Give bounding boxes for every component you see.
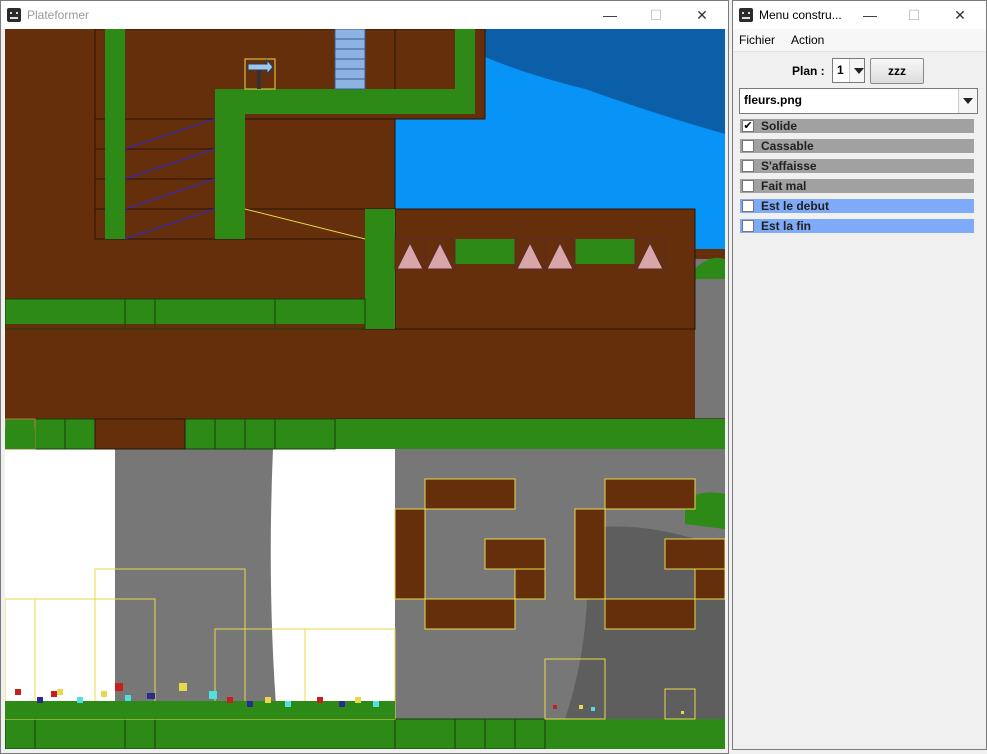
option-est-la-fin[interactable]: Est la fin	[740, 219, 974, 233]
checkbox-icon[interactable]	[742, 140, 754, 152]
option-solide[interactable]: ✔ Solide	[740, 119, 974, 133]
close-button[interactable]: ✕	[937, 1, 983, 29]
option-label: Est la fin	[761, 219, 812, 233]
level-canvas[interactable]	[5, 29, 725, 749]
sign-post	[257, 69, 261, 89]
minimize-button[interactable]: —	[587, 1, 633, 29]
white-area-1	[5, 449, 115, 719]
checkbox-icon[interactable]	[742, 200, 754, 212]
menu-window-title: Menu constru...	[759, 8, 842, 22]
option-label: Est le debut	[761, 199, 830, 213]
app-icon	[7, 8, 21, 22]
option-label: Fait mal	[761, 179, 807, 193]
zzz-button[interactable]: zzz	[870, 58, 924, 84]
tile-file-value: fleurs.png	[744, 93, 803, 107]
option-label: Solide	[761, 119, 798, 133]
option-est-le-debut[interactable]: Est le debut	[740, 199, 974, 213]
option-cassable[interactable]: Cassable	[740, 139, 974, 153]
option-saffaisse[interactable]: S'affaisse	[740, 159, 974, 173]
menu-fichier[interactable]: Fichier	[739, 33, 775, 47]
plan-select[interactable]: 1	[832, 58, 865, 83]
option-label: S'affaisse	[761, 159, 817, 173]
level-drawing	[5, 29, 725, 749]
menu-bar: Fichier Action	[733, 29, 986, 52]
tile-file-select[interactable]: fleurs.png	[739, 88, 978, 114]
app-icon	[739, 8, 753, 22]
chevron-down-icon[interactable]	[958, 89, 977, 113]
maximize-button[interactable]: ☐	[633, 1, 679, 29]
checkbox-icon[interactable]	[742, 220, 754, 232]
checkbox-icon[interactable]	[742, 180, 754, 192]
plan-label: Plan :	[792, 64, 825, 78]
game-window-title: Plateformer	[27, 8, 90, 22]
game-window: Plateformer — ☐ ✕	[0, 0, 729, 754]
white-area-2	[270, 449, 395, 719]
maximize-button[interactable]: ☐	[891, 1, 937, 29]
close-button[interactable]: ✕	[679, 1, 725, 29]
minimize-button[interactable]: —	[847, 1, 893, 29]
menu-titlebar[interactable]: Menu constru... — ☐ ✕	[733, 1, 986, 29]
option-fait-mal[interactable]: Fait mal	[740, 179, 974, 193]
checkbox-icon[interactable]: ✔	[742, 120, 754, 132]
plan-value: 1	[837, 63, 844, 77]
chevron-down-icon[interactable]	[849, 59, 864, 82]
game-titlebar[interactable]: Plateformer — ☐ ✕	[1, 1, 728, 29]
menu-window: Menu constru... — ☐ ✕ Fichier Action Pla…	[732, 0, 987, 750]
menu-action[interactable]: Action	[791, 33, 824, 47]
option-label: Cassable	[761, 139, 814, 153]
checkbox-icon[interactable]	[742, 160, 754, 172]
rock-area-right	[695, 259, 725, 429]
